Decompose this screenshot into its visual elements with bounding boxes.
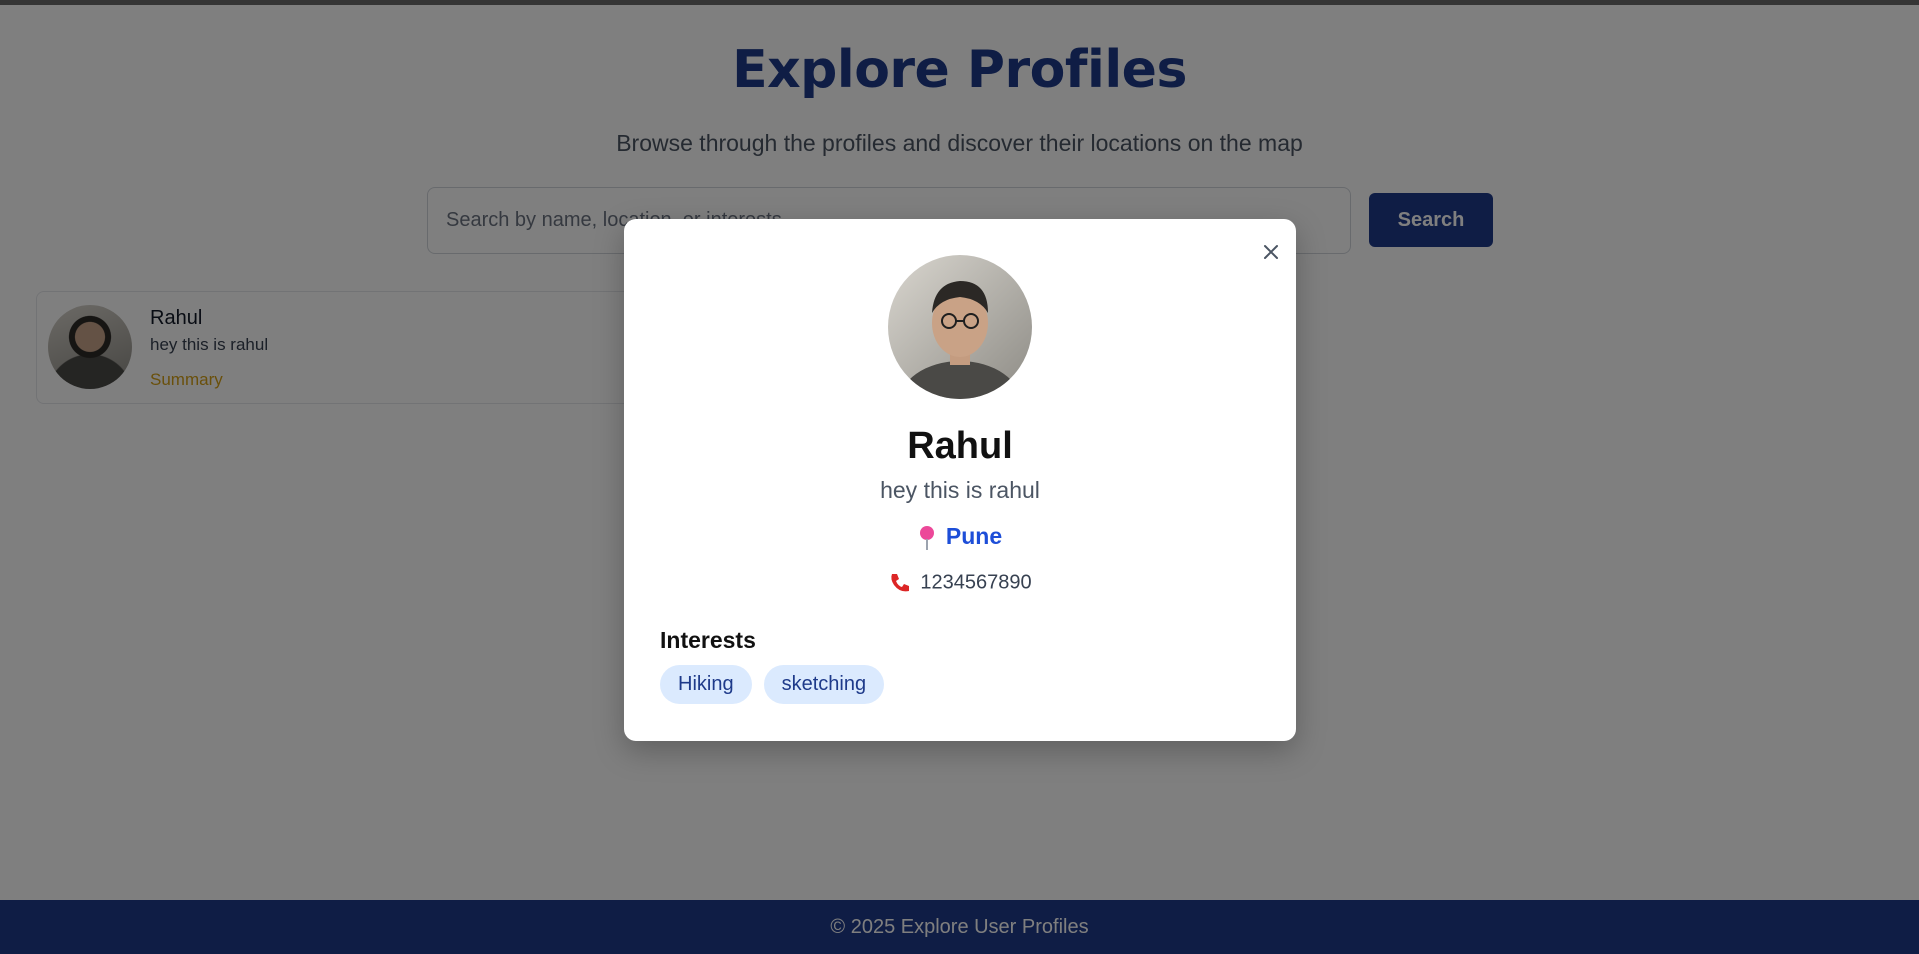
location-row[interactable]: Pune [624, 523, 1296, 551]
phone-row: 1234567890 [624, 571, 1296, 595]
close-button[interactable] [1260, 241, 1282, 263]
avatar-photo [888, 255, 1032, 399]
interest-tag: Hiking [660, 665, 752, 704]
phone-text: 1234567890 [920, 571, 1032, 594]
modal-name: Rahul [907, 425, 1013, 467]
modal-avatar [888, 255, 1032, 399]
location-text: Pune [945, 523, 1003, 549]
modal-bio: hey this is rahul [880, 477, 1040, 503]
profile-modal: Rahul hey this is rahul Pune 1234567890 … [624, 219, 1296, 741]
pushpin-icon [919, 525, 934, 550]
phone-icon [891, 574, 910, 592]
interest-tag: sketching [763, 665, 885, 704]
close-icon [1264, 245, 1278, 259]
interest-tags: Hiking sketching [660, 665, 885, 704]
interests-heading: Interests [660, 627, 756, 653]
